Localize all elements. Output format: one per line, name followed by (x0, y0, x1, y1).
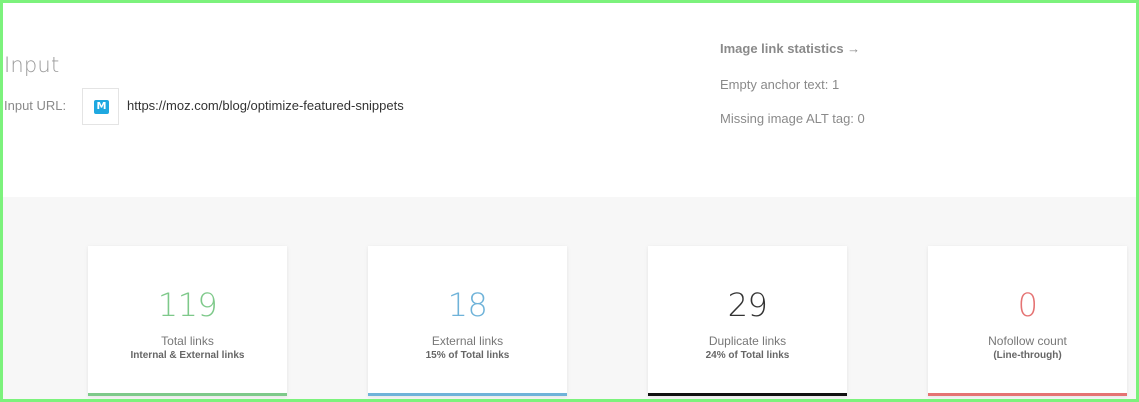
duplicate-links-label: Duplicate links (708, 334, 787, 348)
nofollow-count-card: 0 Nofollow count (Line-through) (928, 246, 1127, 396)
external-links-label: External links (431, 334, 504, 348)
image-link-statistics-link[interactable]: Image link statistics → (720, 41, 860, 56)
external-links-card: 18 External links 15% of Total links (368, 246, 567, 396)
missing-alt-tag-stat: Missing image ALT tag: 0 (720, 111, 865, 126)
nofollow-count-accent-bar (928, 393, 1127, 396)
total-links-card: 119 Total links Internal & External link… (88, 246, 287, 396)
external-links-value: 18 (447, 286, 488, 324)
duplicate-links-value: 29 (727, 286, 768, 324)
input-heading: Input (4, 53, 60, 77)
duplicate-links-accent-bar (648, 393, 847, 396)
total-links-sub: Internal & External links (130, 350, 245, 361)
site-favicon: M (82, 88, 119, 125)
nofollow-count-sub: (Line-through) (993, 350, 1062, 361)
moz-favicon-icon: M (94, 100, 109, 114)
total-links-value: 119 (157, 286, 218, 324)
duplicate-links-card: 29 Duplicate links 24% of Total links (648, 246, 847, 396)
empty-anchor-text-stat: Empty anchor text: 1 (720, 77, 840, 92)
total-links-label: Total links (161, 334, 214, 348)
duplicate-links-sub: 24% of Total links (705, 350, 790, 361)
nofollow-count-value: 0 (1017, 286, 1038, 324)
external-links-sub: 15% of Total links (425, 350, 510, 361)
input-url-value[interactable]: https://moz.com/blog/optimize-featured-s… (127, 98, 404, 113)
input-url-label: Input URL: (4, 98, 67, 113)
nofollow-count-label: Nofollow count (988, 334, 1067, 348)
total-links-accent-bar (88, 393, 287, 396)
external-links-accent-bar (368, 393, 567, 396)
